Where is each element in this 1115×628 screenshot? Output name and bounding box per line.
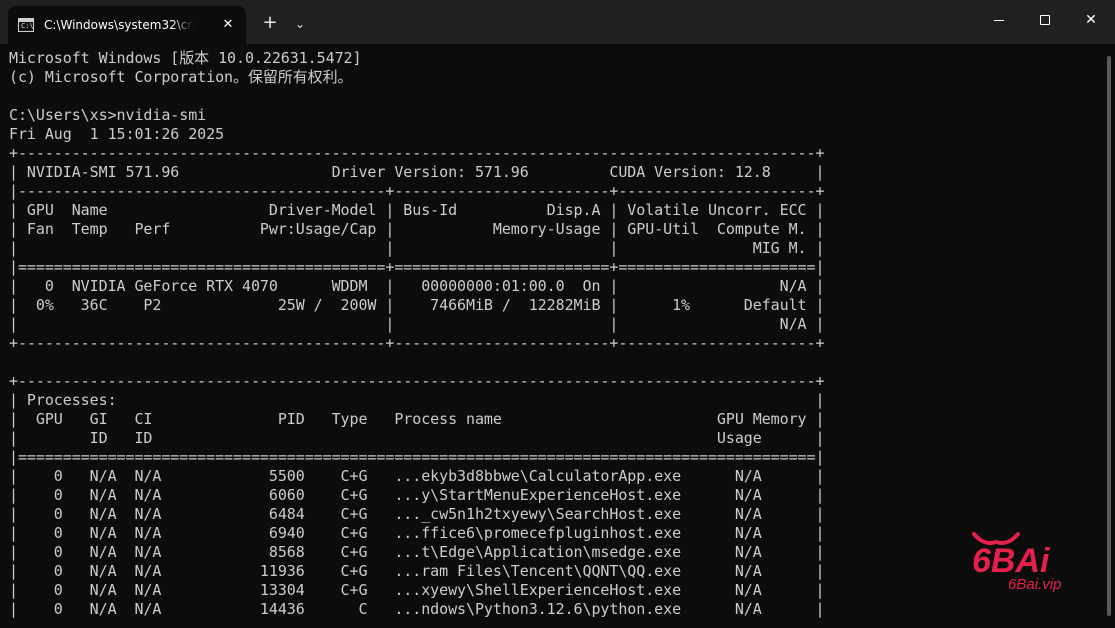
console-line: | 0 N/A N/A 6484 C+G ..._cw5n1h2txyewy\S… — [9, 505, 825, 523]
console-line: | | | MIG M. | — [9, 239, 825, 257]
close-icon: ✕ — [1085, 12, 1097, 28]
console-line: | 0 NVIDIA GeForce RTX 4070 WDDM | 00000… — [9, 277, 825, 295]
console-line: | 0 N/A N/A 5500 C+G ...ekyb3d8bbwe\Calc… — [9, 467, 825, 485]
console-line: |=======================================… — [9, 448, 825, 466]
console-line: C:\Users\xs>nvidia-smi — [9, 106, 207, 124]
maximize-button[interactable] — [1022, 0, 1068, 40]
scrollbar-thumb[interactable] — [1107, 56, 1111, 616]
minimize-button[interactable] — [976, 0, 1022, 40]
console-line: Fri Aug 1 15:01:26 2025 — [9, 125, 225, 143]
console-line: | GPU GI CI PID Type Process name GPU Me… — [9, 410, 825, 428]
console-line: | NVIDIA-SMI 571.96 Driver Version: 571.… — [9, 163, 825, 181]
console-line: |---------------------------------------… — [9, 182, 825, 200]
tab-title: C:\Windows\system32\cmd.exe — [44, 18, 194, 32]
console-line: +---------------------------------------… — [9, 144, 825, 162]
vertical-scrollbar[interactable] — [1103, 44, 1115, 628]
console-icon: C:\ — [18, 18, 34, 32]
close-window-button[interactable]: ✕ — [1068, 0, 1114, 40]
console-output[interactable]: Microsoft Windows [版本 10.0.22631.5472] (c… — [0, 44, 1103, 628]
console-line: Microsoft Windows [版本 10.0.22631.5472] — [9, 49, 362, 67]
tab-cmd[interactable]: C:\ C:\Windows\system32\cmd.exe ✕ — [8, 6, 246, 44]
console-line: | | | N/A | — [9, 315, 825, 333]
title-bar[interactable]: C:\ C:\Windows\system32\cmd.exe ✕ + ⌄ ✕ — [0, 0, 1115, 44]
console-line: +---------------------------------------… — [9, 372, 825, 390]
console-line: | 0 N/A N/A 13304 C+G ...xyewy\ShellExpe… — [9, 581, 825, 599]
console-text: Microsoft Windows [版本 10.0.22631.5472] (c… — [9, 49, 1103, 619]
console-line: | 0 N/A N/A 6060 C+G ...y\StartMenuExper… — [9, 486, 825, 504]
console-line: | GPU Name Driver-Model | Bus-Id Disp.A … — [9, 201, 825, 219]
console-line: | ID ID Usage | — [9, 429, 825, 447]
console-line: |=======================================… — [9, 258, 825, 276]
console-line: | 0 N/A N/A 6940 C+G ...ffice6\promecefp… — [9, 524, 825, 542]
console-line: | 0 N/A N/A 14436 C ...ndows\Python3.12.… — [9, 600, 825, 618]
minimize-icon — [994, 19, 1004, 21]
console-line: | Fan Temp Perf Pwr:Usage/Cap | Memory-U… — [9, 220, 825, 238]
close-tab-icon[interactable]: ✕ — [220, 17, 236, 33]
maximize-icon — [1040, 15, 1050, 25]
console-line: | 0 N/A N/A 8568 C+G ...t\Edge\Applicati… — [9, 543, 825, 561]
console-line: (c) Microsoft Corporation。保留所有权利。 — [9, 68, 353, 86]
new-tab-button[interactable]: + — [258, 12, 282, 36]
watermark-url: 6Bai.vip — [1008, 576, 1062, 593]
console-line: | 0 N/A N/A 11936 C+G ...ram Files\Tence… — [9, 562, 825, 580]
console-line: | Processes: | — [9, 391, 825, 409]
console-line: +---------------------------------------… — [9, 334, 825, 352]
console-line: | 0% 36C P2 25W / 200W | 7466MiB / 12282… — [9, 296, 825, 314]
tab-dropdown-button[interactable]: ⌄ — [288, 12, 312, 36]
watermark-logo-text: 6BAi — [972, 542, 1051, 580]
